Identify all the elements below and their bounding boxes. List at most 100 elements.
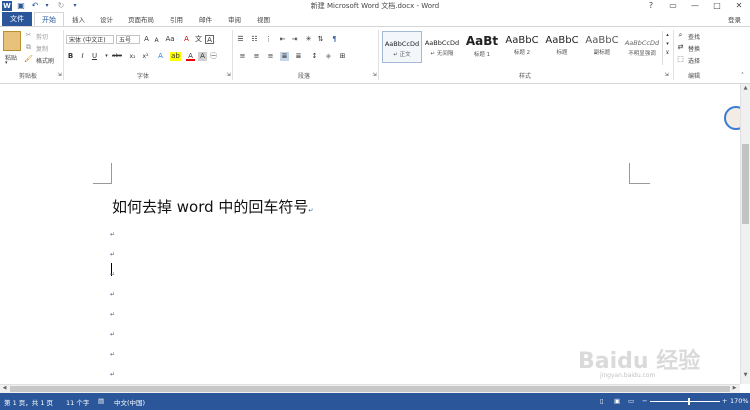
align-left-icon[interactable]: ≡ [238,52,247,61]
distributed-icon[interactable]: ≣ [294,52,303,61]
increase-indent-icon[interactable]: ⇥ [290,35,299,44]
tab-references[interactable]: 引用 [170,14,183,26]
styles-more-icon[interactable]: ⊻ [663,49,672,58]
word-count[interactable]: 11 个字 [66,397,89,407]
editing-group-label: 编辑 [687,73,700,80]
character-shading-icon[interactable]: A [198,52,207,61]
find-button[interactable]: 查找 [688,32,700,41]
style-normal[interactable]: AaBbCcDd ↵ 正文 [382,31,422,63]
web-layout-icon[interactable]: ▭ [628,397,634,405]
tab-home[interactable]: 开始 [34,12,64,26]
text-effects-icon[interactable]: A [156,52,165,61]
enclose-characters-icon[interactable]: ㊀ [209,52,218,61]
justify-icon[interactable]: ≣ [280,52,289,61]
tab-file[interactable]: 文件 [2,12,32,26]
ribbon-display-options-button[interactable]: ▭ [662,0,684,12]
copy-button[interactable]: 复制 [36,44,48,53]
font-color-icon[interactable]: A [186,52,195,61]
styles-up-icon[interactable]: ▴ [663,31,672,40]
decrease-indent-icon[interactable]: ⇤ [278,35,287,44]
paragraph-mark: ↵ [110,291,116,298]
horizontal-scrollbar[interactable]: ◀ ▶ [0,384,740,393]
change-case-icon[interactable]: Aa [164,35,176,44]
multilevel-list-icon[interactable]: ⋮ [264,35,273,44]
tab-view[interactable]: 视图 [257,14,270,26]
vertical-scroll-thumb[interactable] [742,144,749,224]
replace-icon[interactable]: ⇄ [676,43,685,52]
copy-icon[interactable]: ⧉ [24,43,33,52]
cut-icon[interactable]: ✂ [24,31,33,40]
format-painter-icon[interactable]: 🖌 [24,55,33,64]
tab-design[interactable]: 设计 [100,14,113,26]
zoom-slider-thumb[interactable] [688,398,690,405]
document-heading[interactable]: 如何去掉 word 中的回车符号↵ [112,196,313,217]
maximize-button[interactable]: □ [706,0,728,12]
chinese-layout-icon[interactable]: ✳ [304,35,313,44]
show-hide-marks-icon[interactable]: ¶ [330,35,339,44]
zoom-slider[interactable] [650,401,720,402]
scroll-down-icon[interactable]: ▼ [742,372,749,379]
bold-button[interactable]: B [66,52,75,61]
cut-button[interactable]: 剪切 [36,32,48,41]
sort-icon[interactable]: ⇅ [316,35,325,44]
superscript-button[interactable]: x² [140,52,151,61]
style-subtle-emphasis[interactable]: AaBbCcDd 不明显强调 [622,31,662,63]
print-layout-icon[interactable]: ▣ [614,397,620,405]
borders-icon[interactable]: ⊞ [338,52,347,61]
line-spacing-icon[interactable]: ↕ [310,52,319,61]
minimize-button[interactable]: — [684,0,706,12]
center-icon[interactable]: ≡ [252,52,261,61]
vertical-scrollbar[interactable]: ▲ ▼ [740,84,750,384]
underline-button[interactable]: U [90,52,99,61]
paste-icon[interactable] [3,31,21,51]
numbering-icon[interactable]: ☷ [250,35,259,44]
read-mode-icon[interactable]: ▯ [600,397,604,405]
scroll-up-icon[interactable]: ▲ [742,85,749,92]
tab-page-layout[interactable]: 页面布局 [128,14,154,26]
scroll-right-icon[interactable]: ▶ [731,385,738,392]
select-button[interactable]: 选择 [688,56,700,65]
format-painter-button[interactable]: 格式刷 [36,56,54,65]
grow-font-icon[interactable]: A [142,35,151,44]
styles-launcher-icon[interactable]: ⇲ [662,71,671,80]
strikethrough-button[interactable]: abc [110,52,124,61]
style-no-spacing[interactable]: AaBbCcDd ↵ 无间隔 [422,31,462,63]
phonetic-guide-icon[interactable]: 文 [194,35,203,44]
font-name-dropdown[interactable]: 宋体 (中文正) [66,35,114,44]
subscript-button[interactable]: x₂ [127,52,138,61]
find-icon[interactable]: ⌕ [676,31,685,40]
styles-scroll[interactable]: ▴ ▾ ⊻ [662,31,671,65]
style-title[interactable]: AaBbC 标题 [542,31,582,63]
zoom-in-button[interactable]: + [722,397,727,405]
clear-formatting-icon[interactable]: A [182,35,191,44]
paste-dropdown-icon[interactable]: ▾ [5,60,8,66]
close-button[interactable]: ✕ [728,0,750,12]
styles-down-icon[interactable]: ▾ [663,40,672,49]
tab-review[interactable]: 审阅 [228,14,241,26]
tab-mailings[interactable]: 邮件 [199,14,212,26]
page-count[interactable]: 第 1 页，共 1 页 [4,397,53,407]
horizontal-scroll-thumb[interactable] [10,386,730,392]
style-heading-2[interactable]: AaBbC 标题 2 [502,31,542,63]
highlight-icon[interactable]: ab [170,52,181,61]
zoom-out-button[interactable]: − [642,397,647,405]
replace-button[interactable]: 替换 [688,44,700,53]
character-border-icon[interactable]: A [205,35,214,44]
style-subtitle[interactable]: AaBbC 副标题 [582,31,622,63]
sign-in-link[interactable]: 登录 [728,14,741,26]
scroll-left-icon[interactable]: ◀ [1,385,8,392]
bullets-icon[interactable]: ☰ [236,35,245,44]
shrink-font-icon[interactable]: A [152,36,161,45]
font-size-dropdown[interactable]: 五号 [116,35,140,44]
zoom-level[interactable]: 170% [730,397,749,405]
collapse-ribbon-icon[interactable]: ⌃ [738,71,747,80]
language-indicator[interactable]: 中文(中国) [114,397,145,407]
proofing-icon[interactable]: ▤ [98,397,104,405]
help-button[interactable]: ? [640,0,662,12]
align-right-icon[interactable]: ≡ [266,52,275,61]
italic-button[interactable]: I [78,52,87,61]
style-heading-1[interactable]: AaBt 标题 1 [462,31,502,63]
shading-icon[interactable]: ◈ [324,52,333,61]
select-icon[interactable]: ⬚ [676,55,685,64]
tab-insert[interactable]: 插入 [72,14,85,26]
